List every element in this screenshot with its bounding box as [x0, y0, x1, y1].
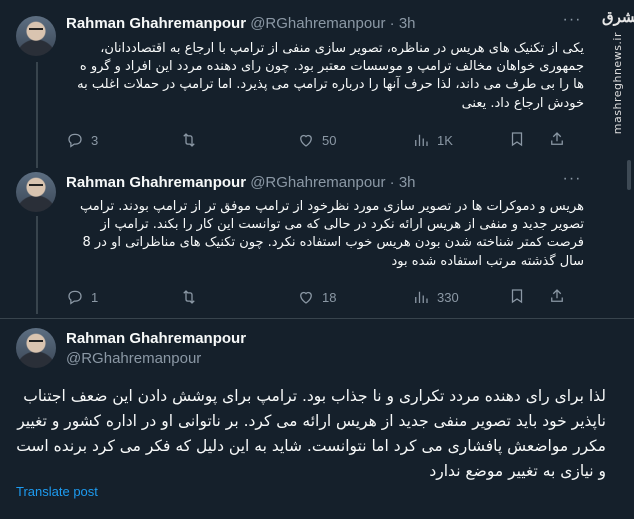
author-handle[interactable]: @RGhahremanpour	[250, 174, 385, 191]
avatar[interactable]	[16, 172, 56, 212]
separator: ·	[389, 15, 395, 32]
author-name-row: Rahman Ghahremanpour	[66, 330, 246, 347]
tweet-text: یکی از تکنیک های هریس در مناظره، تصویر س…	[77, 41, 584, 111]
views-icon	[415, 134, 428, 146]
reply-count: 3	[91, 132, 99, 148]
repost-icon	[183, 290, 195, 304]
like-icon	[300, 291, 312, 304]
tweet-actions: 1 18 330	[66, 287, 586, 307]
share-button[interactable]	[548, 287, 566, 307]
tweet-header: Rahman Ghahremanpour @RGhahremanpour · 3…	[66, 15, 416, 32]
share-button[interactable]	[548, 130, 566, 150]
tweet-header: Rahman Ghahremanpour @RGhahremanpour · 3…	[66, 174, 416, 191]
author-name[interactable]: Rahman Ghahremanpour	[66, 174, 246, 191]
share-icon	[551, 132, 563, 145]
repost-button[interactable]	[180, 287, 205, 307]
views-count: 330	[437, 289, 459, 305]
thread-line	[36, 62, 38, 168]
reply-icon	[68, 133, 82, 148]
repost-icon	[183, 133, 195, 147]
views-icon	[415, 291, 428, 303]
watermark: مشرق mashreghnews.ir	[602, 8, 634, 135]
bookmark-button[interactable]	[508, 287, 526, 307]
tweet-text: هریس و دموکرات ها در تصویر سازی مورد نظر…	[79, 199, 584, 269]
views-button[interactable]: 1K	[412, 130, 453, 150]
like-icon	[300, 134, 312, 147]
views-button[interactable]: 330	[412, 287, 459, 307]
tweet-actions: 3 50 1K	[66, 130, 586, 150]
separator: ·	[389, 174, 395, 191]
main-tweet-text: لذا برای رای دهنده مردد تکراری و نا جذاب…	[16, 387, 606, 480]
bookmark-button[interactable]	[508, 130, 526, 150]
like-count: 18	[322, 289, 337, 305]
repost-button[interactable]	[180, 130, 205, 150]
thread-line	[36, 216, 38, 314]
reply-button[interactable]: 3	[66, 130, 98, 150]
author-handle[interactable]: @RGhahremanpour	[250, 15, 385, 32]
avatar[interactable]	[16, 16, 56, 56]
timestamp[interactable]: 3h	[399, 15, 416, 32]
more-icon[interactable]: ···	[562, 170, 582, 188]
reply-button[interactable]: 1	[66, 287, 98, 307]
avatar[interactable]	[16, 328, 56, 368]
like-button[interactable]: 18	[297, 287, 336, 307]
watermark-url: mashreghnews.ir	[610, 32, 624, 135]
timestamp[interactable]: 3h	[399, 174, 416, 191]
scrollbar[interactable]	[627, 160, 631, 190]
reply-count: 1	[91, 289, 99, 305]
bookmark-icon	[511, 289, 523, 304]
author-handle-row: @RGhahremanpour	[66, 350, 201, 367]
watermark-logo: مشرق	[602, 8, 634, 26]
bookmark-icon	[511, 132, 523, 147]
share-icon	[551, 289, 563, 302]
reply-icon	[68, 290, 82, 305]
like-button[interactable]: 50	[297, 130, 336, 150]
author-name[interactable]: Rahman Ghahremanpour	[66, 330, 246, 347]
translate-post-link[interactable]: Translate post	[16, 484, 98, 499]
author-handle[interactable]: @RGhahremanpour	[66, 350, 201, 367]
more-icon[interactable]: ···	[562, 11, 582, 29]
divider	[0, 318, 634, 319]
like-count: 50	[322, 132, 337, 148]
views-count: 1K	[437, 132, 453, 148]
author-name[interactable]: Rahman Ghahremanpour	[66, 15, 246, 32]
